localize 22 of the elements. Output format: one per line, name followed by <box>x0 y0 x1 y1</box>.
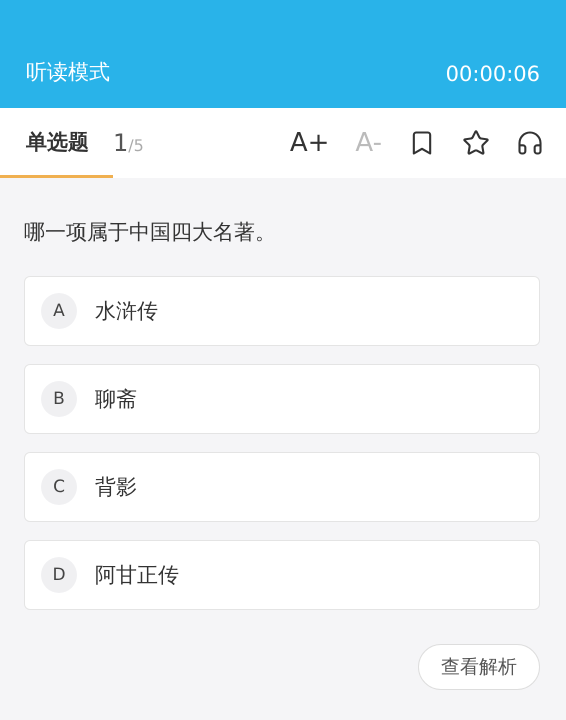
timer: 00:00:06 <box>446 62 540 86</box>
question-text: 哪一项属于中国四大名著。 <box>23 219 277 246</box>
mode-title: 听读模式 <box>26 59 110 86</box>
option-letter: A <box>41 293 77 329</box>
option-text: 阿甘正传 <box>95 562 179 589</box>
option-letter: C <box>41 469 77 505</box>
option-text: 水浒传 <box>95 298 158 325</box>
option-text: 聊斋 <box>95 386 137 413</box>
option-letter: B <box>41 381 77 417</box>
answer-option[interactable]: C 背影 <box>24 452 540 522</box>
question-type-tab[interactable]: 单选题 <box>0 108 113 178</box>
font-size-button[interactable]: A+ <box>290 128 330 158</box>
headphones-icon <box>516 129 544 157</box>
answer-option[interactable]: B 聊斋 <box>24 364 540 434</box>
option-letter: D <box>41 557 77 593</box>
star-button[interactable] <box>462 129 490 157</box>
answer-option[interactable]: A 水浒传 <box>24 276 540 346</box>
answer-option[interactable]: D 阿甘正传 <box>24 540 540 610</box>
headphones-button[interactable] <box>516 129 544 157</box>
star-icon <box>462 129 490 157</box>
view-analysis-button[interactable]: 查看解析 <box>418 644 540 690</box>
option-text: 背影 <box>95 474 137 501</box>
